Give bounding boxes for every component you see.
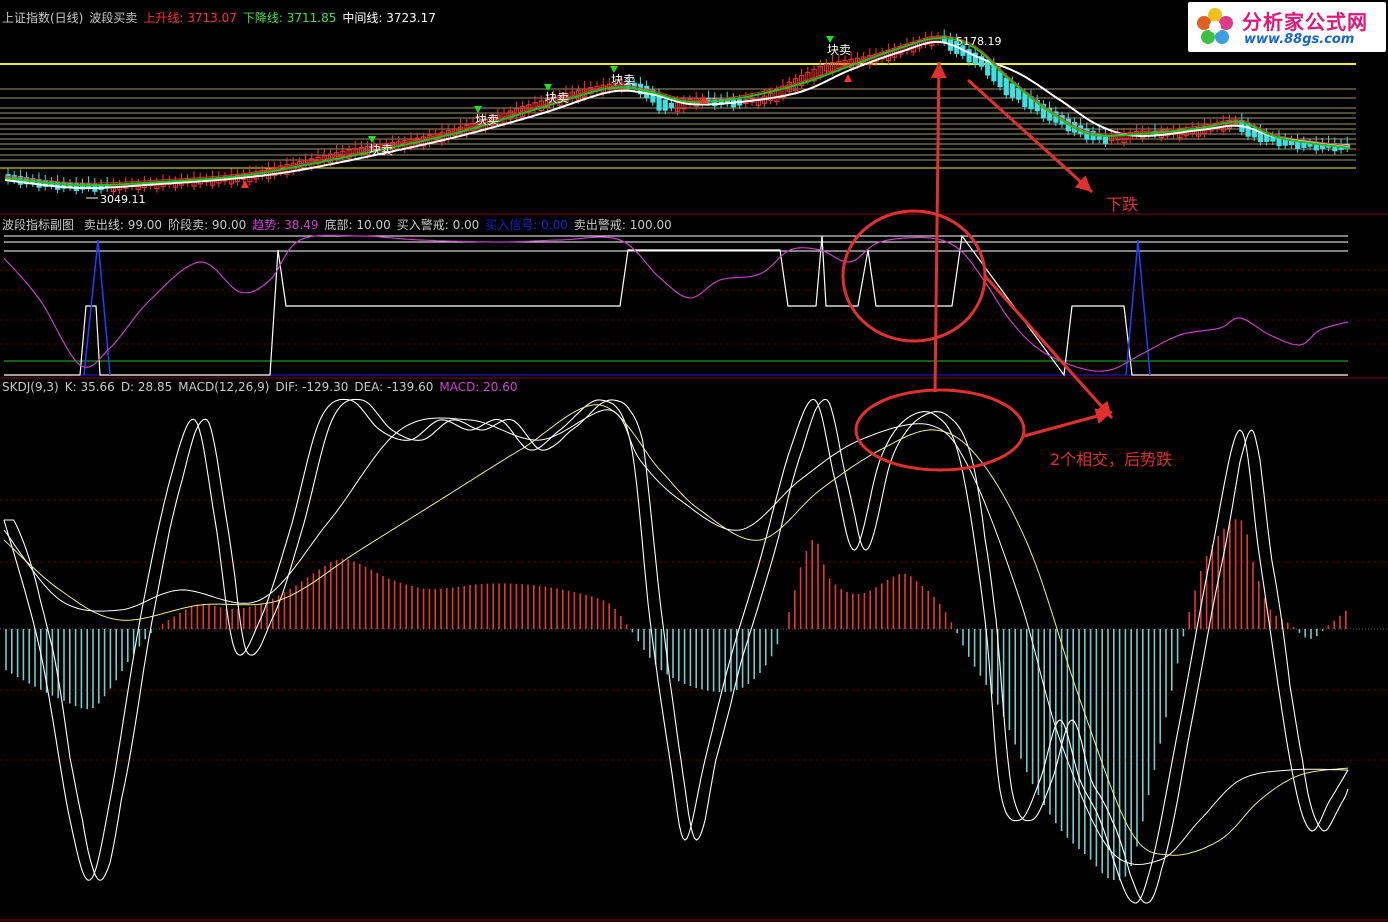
wave-legend-item: 底部: 10.00 bbox=[324, 218, 391, 232]
wave-legend-item: 趋势: 38.49 bbox=[252, 218, 319, 232]
wave-legend-item: 买入警戒: 0.00 bbox=[396, 218, 480, 232]
candle bbox=[1003, 77, 1009, 96]
highlight-circle bbox=[854, 388, 1026, 472]
sell-arrow-icon bbox=[368, 136, 376, 143]
wave-legend-item: 阶段卖: 90.00 bbox=[168, 218, 247, 232]
index-name: 上证指数(日线) bbox=[2, 11, 84, 25]
macd-legend-item: DIF: -129.30 bbox=[275, 380, 349, 394]
wave-legend-item: 卖出警戒: 100.00 bbox=[573, 218, 672, 232]
macd-dea-line bbox=[3, 404, 1349, 856]
macd-legend-item: D: 28.85 bbox=[120, 380, 173, 394]
wave-panel-title: 波段指标副图 bbox=[2, 218, 75, 232]
wave-step-line bbox=[4, 234, 1348, 377]
arrow-up bbox=[933, 61, 941, 393]
macd-legend-item: K: 35.66 bbox=[64, 380, 115, 394]
macd-legend-item: SKDJ(9,3) bbox=[2, 380, 59, 394]
candle bbox=[668, 102, 675, 108]
down-line-label-text: 下降线: bbox=[242, 11, 283, 25]
buy-signal-spike bbox=[83, 239, 111, 376]
highlight-circle bbox=[841, 209, 987, 343]
sell-signal-label: 块卖 bbox=[369, 143, 393, 157]
wave-legend-item: 买入信号: 0.00 bbox=[485, 218, 568, 232]
flower-logo-icon bbox=[1197, 8, 1233, 44]
low-price-label: 3049.11 bbox=[100, 193, 146, 206]
wave-panel-header: 波段指标副图 卖出线: 99.00 阶段卖: 90.00 趋势: 38.49 底部: … bbox=[2, 216, 678, 233]
candle bbox=[1016, 87, 1022, 100]
wave-trend-line bbox=[3, 234, 1349, 372]
candle bbox=[656, 94, 662, 111]
candle bbox=[1009, 83, 1016, 98]
up-line-label: 上升线: 3713.07 bbox=[143, 11, 237, 25]
up-line-value: 3713.07 bbox=[187, 11, 237, 25]
mid-line-value: 3723.17 bbox=[386, 11, 436, 25]
macd-panel-header: SKDJ(9,3) K: 35.66 D: 28.85 MACD(12,26,9) DI… bbox=[2, 380, 524, 394]
wave-legend-item: 卖出线: 99.00 bbox=[83, 218, 163, 232]
macd-legend-item: DEA: -139.60 bbox=[354, 380, 434, 394]
arrow-wave bbox=[983, 275, 1114, 419]
skdj-k-line bbox=[3, 398, 1349, 904]
buy-arrow-icon bbox=[844, 74, 852, 82]
sell-signal-label: 块卖 bbox=[545, 91, 569, 105]
indicator-name: 波段买卖 bbox=[89, 11, 138, 25]
sell-arrow-icon bbox=[610, 66, 618, 73]
site-logo: 分析家公式网 www.88gs.com bbox=[1188, 2, 1386, 52]
sell-arrow-icon bbox=[474, 106, 482, 113]
high-price-label: 5178.19 bbox=[956, 35, 1002, 48]
candle bbox=[662, 99, 668, 111]
sell-signal-label: 块卖 bbox=[611, 73, 635, 87]
mid-line-label: 中间线: 3723.17 bbox=[342, 11, 436, 25]
macd-legend-item: MACD: 20.60 bbox=[439, 380, 518, 394]
price-panel-header: 上证指数(日线) 波段买卖 上升线: 3713.07 下降线: 3711.85 中间线:… bbox=[2, 9, 442, 26]
up-line-label-text: 上升线: bbox=[143, 11, 184, 25]
sell-arrow-icon bbox=[826, 36, 834, 43]
candle bbox=[991, 64, 997, 82]
cross-annotation: 2个相交，后势跌 bbox=[1050, 450, 1173, 469]
down-line-value: 3711.85 bbox=[286, 11, 337, 25]
fall-annotation: 下跌 bbox=[1106, 195, 1139, 214]
logo-url: www.88gs.com bbox=[1244, 32, 1355, 47]
candle bbox=[997, 70, 1003, 88]
chart-canvas[interactable]: 块卖块卖块卖块卖块卖5178.193049.11 bbox=[0, 0, 1388, 922]
macd-dif-line bbox=[3, 409, 1348, 866]
sell-signal-label: 块卖 bbox=[827, 43, 851, 57]
macd-legend-item: MACD(12,26,9) bbox=[178, 380, 270, 394]
skdj-d-line bbox=[4, 398, 1349, 904]
sell-arrow-icon bbox=[544, 84, 552, 91]
sell-signal-label: 块卖 bbox=[475, 113, 499, 127]
down-line-label: 下降线: 3711.85 bbox=[243, 11, 337, 25]
candle bbox=[985, 59, 991, 76]
mid-line-label-text: 中间线: bbox=[342, 11, 383, 25]
chart-window: 块卖 块卖 块卖 块卖 块卖 5178.19 3049.11 上证指数(日线) 波段买卖 上升线… bbox=[0, 0, 1388, 922]
logo-name: 分析家公式网 bbox=[1242, 10, 1368, 34]
